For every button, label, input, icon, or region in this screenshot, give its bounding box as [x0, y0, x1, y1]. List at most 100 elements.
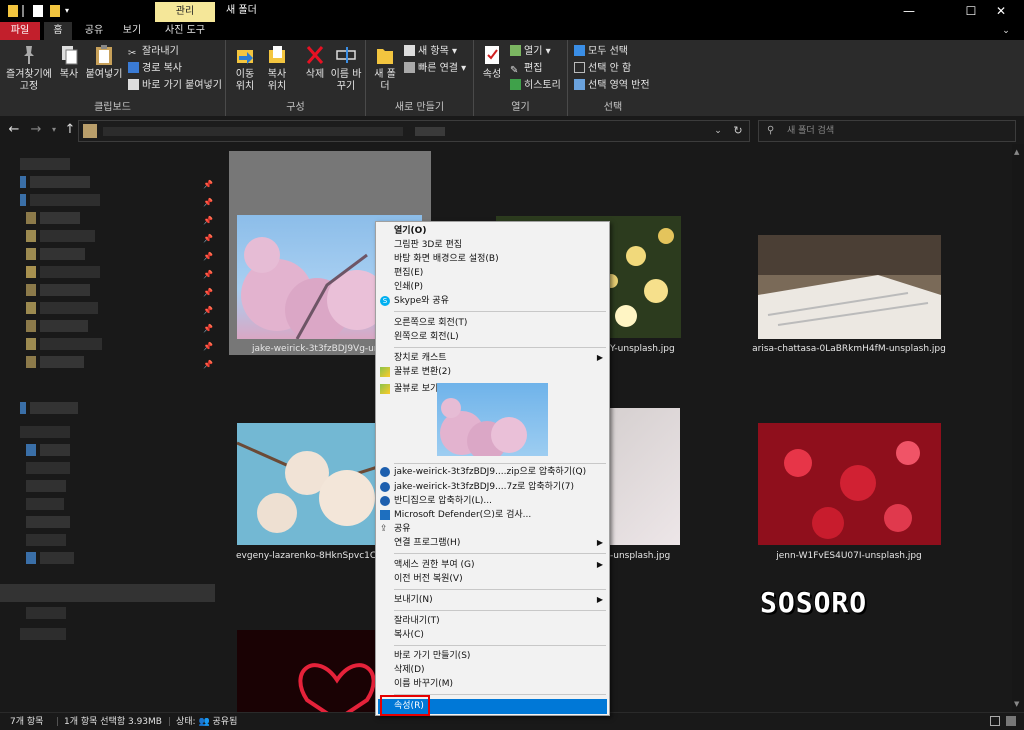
nav-item[interactable]	[40, 302, 98, 314]
edit-button[interactable]: ✎ 편집	[510, 61, 542, 76]
menu-skype-share[interactable]: S Skype와 공유	[378, 294, 607, 308]
nav-item-selected[interactable]	[0, 584, 215, 602]
menu-rename[interactable]: 이름 바꾸기(M)	[378, 677, 607, 691]
nav-item[interactable]	[40, 248, 85, 260]
forward-arrow-icon[interactable]: →	[28, 121, 44, 139]
menu-send-to[interactable]: 보내기(N) ▶	[378, 593, 607, 607]
menu-copy[interactable]: 복사(C)	[378, 628, 607, 642]
chevron-down-icon[interactable]: ▼	[1014, 700, 1022, 708]
pin-quick-access-button[interactable]: 즐겨찾기에 고정	[2, 44, 56, 93]
navigation-pane[interactable]: 📌 📌 📌 📌 📌 📌 📌 📌 📌 📌 📌	[0, 144, 216, 712]
new-item-button[interactable]: 새 항목 ▾	[404, 44, 457, 59]
pin-icon: 📌	[203, 180, 213, 189]
nav-item[interactable]	[26, 516, 70, 528]
chevron-down-icon[interactable]: ▾	[46, 121, 62, 139]
invert-selection-button[interactable]: 선택 영역 반전	[574, 78, 650, 93]
select-none-button[interactable]: 선택 안 함	[574, 61, 631, 76]
back-arrow-icon[interactable]: ←	[6, 121, 22, 139]
refresh-icon[interactable]: ↻	[731, 123, 745, 139]
copy-button[interactable]: 복사	[57, 44, 81, 81]
menu-cut[interactable]: 잘라내기(T)	[378, 614, 607, 628]
nav-item[interactable]	[30, 194, 100, 206]
vertical-scrollbar[interactable]: ▲ ▼	[1012, 144, 1024, 712]
nav-item[interactable]	[40, 212, 80, 224]
properties-quick-icon[interactable]	[33, 5, 43, 17]
rename-button[interactable]: 이름 바꾸기	[330, 44, 362, 93]
copy-path-button[interactable]: 경로 복사	[128, 61, 182, 76]
menu-zip-compress[interactable]: jake-weirick-3t3fzBDJ9....zip으로 압축하기(Q)	[378, 465, 607, 479]
nav-item[interactable]	[20, 158, 70, 170]
nav-item[interactable]	[26, 480, 66, 492]
easy-access-button[interactable]: 빠른 연결 ▾	[404, 61, 466, 76]
nav-item[interactable]	[40, 284, 90, 296]
delete-button[interactable]: 삭제	[302, 44, 328, 81]
chevron-down-icon[interactable]: ⌄	[711, 123, 725, 139]
nav-item[interactable]	[40, 444, 70, 456]
menu-edit[interactable]: 편집(E)	[378, 266, 607, 280]
nav-item[interactable]	[40, 552, 74, 564]
menu-defender[interactable]: Microsoft Defender(으)로 검사...	[378, 508, 607, 522]
tab-share[interactable]: 공유	[80, 22, 108, 40]
address-bar[interactable]: ⌄ ↻	[78, 120, 750, 142]
nav-item[interactable]	[26, 498, 64, 510]
nav-item[interactable]	[40, 338, 102, 350]
paste-button[interactable]: 붙여넣기	[84, 44, 124, 81]
menu-honeyview-convert[interactable]: 꿀뷰로 변환(2)	[378, 365, 607, 379]
paste-shortcut-button[interactable]: 바로 가기 붙여넣기	[128, 78, 222, 93]
menu-grant-access[interactable]: 액세스 권한 부여 (G) ▶	[378, 558, 607, 572]
menu-delete[interactable]: 삭제(D)	[378, 663, 607, 677]
menu-open[interactable]: 열기(O)	[378, 224, 607, 238]
menu-7z-compress[interactable]: jake-weirick-3t3fzBDJ9....7z로 압축하기(7)	[378, 480, 607, 494]
history-button[interactable]: 히스토리	[510, 78, 561, 93]
menu-restore-versions[interactable]: 이전 버전 복원(V)	[378, 572, 607, 586]
chevron-right-icon: ▶	[596, 538, 603, 547]
chevron-down-icon[interactable]: ⌄	[996, 22, 1016, 40]
paste-shortcut-label: 바로 가기 붙여넣기	[142, 80, 222, 91]
menu-cast[interactable]: 장치로 캐스트 ▶	[378, 351, 607, 365]
chevron-up-icon[interactable]: ▲	[1014, 148, 1022, 156]
file-view[interactable]: jake-weirick-3t3fzBDJ9Vg-unsp Y-unsplash…	[216, 144, 1012, 712]
select-all-button[interactable]: 모두 선택	[574, 44, 628, 59]
search-input[interactable]: ⚲ 새 폴더 검색	[758, 120, 1016, 142]
nav-item[interactable]	[20, 426, 70, 438]
nav-item[interactable]	[20, 628, 66, 640]
menu-rotate-left[interactable]: 왼쪽으로 회전(L)	[378, 330, 607, 344]
menu-print[interactable]: 인쇄(P)	[378, 280, 607, 294]
tab-manage[interactable]: 관리	[155, 2, 215, 22]
nav-item[interactable]	[26, 462, 70, 474]
tab-home[interactable]: 홈	[44, 22, 72, 40]
new-folder-quick-icon[interactable]	[50, 5, 60, 17]
nav-item[interactable]	[30, 176, 90, 188]
nav-item[interactable]	[40, 320, 88, 332]
tab-picture-tools[interactable]: 사진 도구	[156, 22, 214, 40]
nav-item[interactable]	[40, 266, 100, 278]
close-button[interactable]: ✕	[978, 0, 1024, 22]
chevron-down-icon[interactable]: ▾	[65, 5, 73, 17]
properties-button[interactable]: 속성	[478, 44, 506, 81]
copy-to-button[interactable]: 복사 위치	[262, 44, 292, 93]
tab-view[interactable]: 보기	[118, 22, 146, 40]
nav-item[interactable]	[26, 607, 66, 619]
minimize-button[interactable]: —	[886, 0, 932, 22]
menu-bandizip[interactable]: 반디집으로 압축하기(L)...	[378, 494, 607, 508]
nav-item[interactable]	[30, 402, 78, 414]
menu-rotate-right[interactable]: 오른쪽으로 회전(T)	[378, 316, 607, 330]
move-to-button[interactable]: 이동 위치	[230, 44, 260, 93]
nav-item[interactable]	[40, 356, 84, 368]
nav-item[interactable]	[40, 230, 95, 242]
menu-set-wallpaper[interactable]: 바탕 화면 배경으로 설정(B)	[378, 252, 607, 266]
cut-button[interactable]: ✂ 잘라내기	[128, 44, 179, 59]
menu-share[interactable]: ⇪ 공유	[378, 522, 607, 536]
up-arrow-icon[interactable]: ↑	[62, 121, 78, 139]
nav-item[interactable]	[26, 534, 66, 546]
tab-file[interactable]: 파일	[0, 22, 40, 40]
menu-edit-paint3d[interactable]: 그림판 3D로 편집	[378, 238, 607, 252]
details-view-icon[interactable]	[990, 716, 1000, 726]
menu-create-shortcut[interactable]: 바로 가기 만들기(S)	[378, 649, 607, 663]
new-folder-button[interactable]: 새 폴더	[370, 44, 400, 93]
menu-open-with[interactable]: 연결 프로그램(H) ▶	[378, 536, 607, 550]
open-button[interactable]: 열기 ▾	[510, 44, 551, 59]
pin-icon: 📌	[203, 234, 213, 243]
large-icons-view-icon[interactable]	[1006, 716, 1016, 726]
file-thumbnail	[758, 423, 941, 545]
